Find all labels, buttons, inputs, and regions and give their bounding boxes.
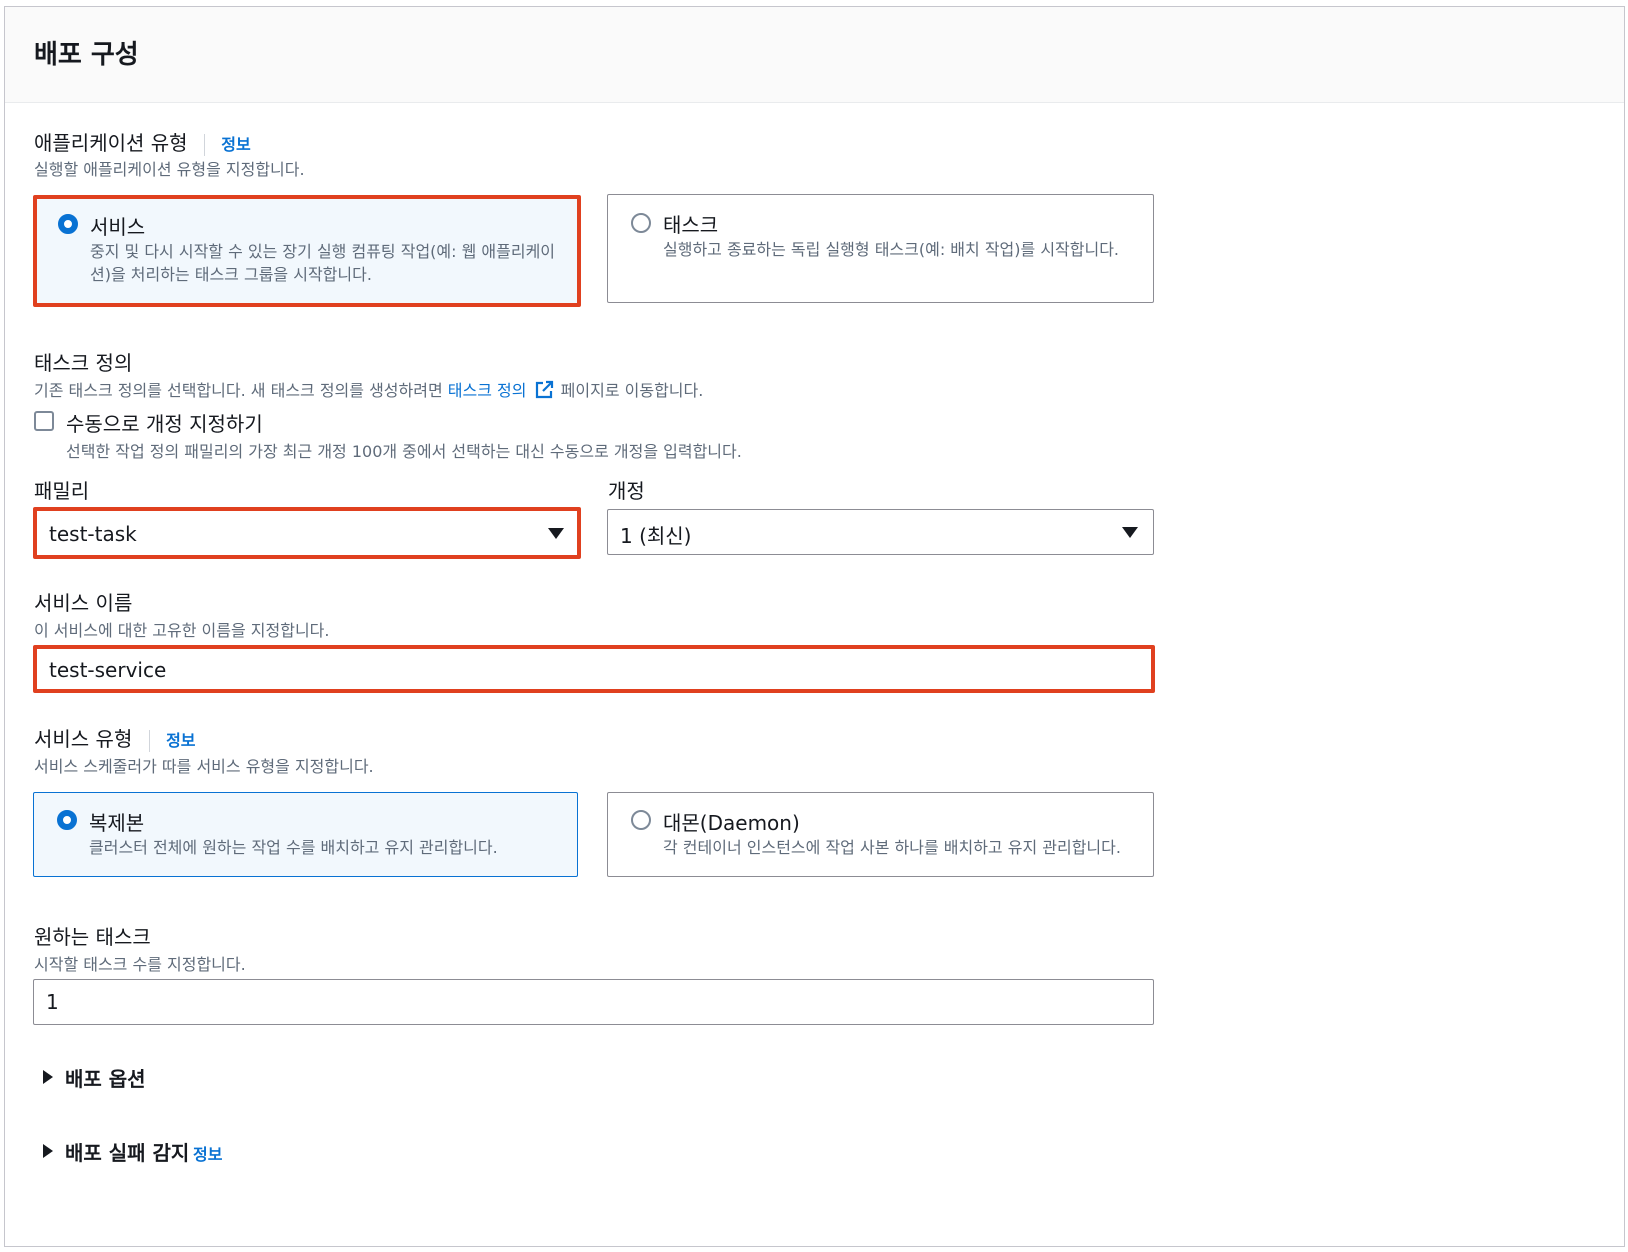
revision-select[interactable]: 1 (최신) [607,509,1154,555]
external-link-icon[interactable] [534,380,554,404]
failure-detection-info-link[interactable]: 정보 [193,1141,222,1165]
caret-right-icon [43,1070,53,1084]
desired-tasks-label: 원하는 태스크 [34,925,151,949]
service-type-option-replica[interactable]: 복제본 클러스터 전체에 원하는 작업 수를 배치하고 유지 관리합니다. [33,792,578,877]
option-replica-desc: 클러스터 전체에 원하는 작업 수를 배치하고 유지 관리합니다. [89,838,498,857]
option-service-title: 서비스 [90,215,146,239]
app-type-label: 애플리케이션 유형 정보 [34,127,251,156]
option-task-desc: 실행하고 종료하는 독립 실행형 태스크(예: 배치 작업)를 시작합니다. [663,240,1120,259]
radio-service[interactable] [58,214,78,234]
desired-tasks-input[interactable]: 1 [33,979,1154,1025]
revision-select-value: 1 (최신) [620,524,692,548]
desired-tasks-value: 1 [46,990,59,1014]
option-replica-title: 복제본 [89,811,145,835]
desired-tasks-description: 시작할 태스크 수를 지정합니다. [34,955,246,974]
app-type-description: 실행할 애플리케이션 유형을 지정합니다. [34,160,305,179]
radio-replica[interactable] [57,810,77,830]
app-type-option-service[interactable]: 서비스 중지 및 다시 시작할 수 있는 장기 실행 컴퓨팅 작업(예: 웹 애… [33,195,581,307]
app-type-label-text: 애플리케이션 유형 [34,131,188,155]
service-type-label: 서비스 유형 정보 [34,723,196,752]
deploy-options-label: 배포 옵션 [65,1067,146,1091]
service-type-label-text: 서비스 유형 [34,727,133,751]
service-name-input[interactable]: test-service [33,645,1155,693]
failure-detection-label: 배포 실패 감지 [65,1141,190,1165]
manual-revision-desc: 선택한 작업 정의 패밀리의 가장 최근 개정 100개 중에서 선택하는 대신… [66,442,742,461]
panel-header: 배포 구성 [5,7,1624,103]
info-separator [148,729,150,752]
failure-detection-expander[interactable]: 배포 실패 감지 정보 [41,1137,341,1167]
revision-label: 개정 [608,479,645,503]
service-type-option-daemon[interactable]: 대몬(Daemon) 각 컨테이너 인스턴스에 작업 사본 하나를 배치하고 유… [607,792,1154,877]
family-label: 패밀리 [34,479,90,503]
caret-down-icon [548,528,564,539]
app-type-info-link[interactable]: 정보 [221,135,250,154]
task-def-link[interactable]: 태스크 정의 [448,381,527,400]
family-select-value: test-task [49,522,137,546]
task-def-description: 기존 태스크 정의를 선택합니다. 새 태스크 정의를 생성하려면 태스크 정의… [34,377,703,404]
manual-revision-label[interactable]: 수동으로 개정 지정하기 [66,408,263,437]
caret-down-icon [1122,527,1138,538]
deploy-options-expander[interactable]: 배포 옵션 [41,1063,241,1093]
panel-title: 배포 구성 [34,40,139,70]
service-type-info-link[interactable]: 정보 [166,731,195,750]
task-def-desc-suffix: 페이지로 이동합니다. [560,381,704,400]
option-service-desc-2: 션)을 처리하는 태스크 그룹을 시작합니다. [90,265,372,284]
manual-revision-checkbox[interactable] [34,411,54,431]
option-service-desc-1: 중지 및 다시 시작할 수 있는 장기 실행 컴퓨팅 작업(예: 웹 애플리케이 [90,242,556,261]
task-def-label: 태스크 정의 [34,351,133,375]
radio-daemon[interactable] [631,810,651,830]
service-name-description: 이 서비스에 대한 고유한 이름을 지정합니다. [34,621,330,640]
caret-right-icon [43,1144,53,1158]
family-select[interactable]: test-task [33,507,581,559]
option-task-title: 태스크 [663,213,719,237]
task-def-desc-prefix: 기존 태스크 정의를 선택합니다. 새 태스크 정의를 생성하려면 [34,381,443,400]
service-type-description: 서비스 스케줄러가 따를 서비스 유형을 지정합니다. [34,757,374,776]
radio-task[interactable] [631,213,651,233]
option-daemon-title: 대몬(Daemon) [663,811,800,835]
app-type-option-task[interactable]: 태스크 실행하고 종료하는 독립 실행형 태스크(예: 배치 작업)를 시작합니… [607,194,1154,303]
deployment-config-panel: 배포 구성 애플리케이션 유형 정보 실행할 애플리케이션 유형을 지정합니다.… [4,6,1625,1247]
service-name-label: 서비스 이름 [34,591,133,615]
service-name-value: test-service [49,658,167,682]
option-daemon-desc: 각 컨테이너 인스턴스에 작업 사본 하나를 배치하고 유지 관리합니다. [663,838,1121,857]
info-separator [203,133,205,156]
